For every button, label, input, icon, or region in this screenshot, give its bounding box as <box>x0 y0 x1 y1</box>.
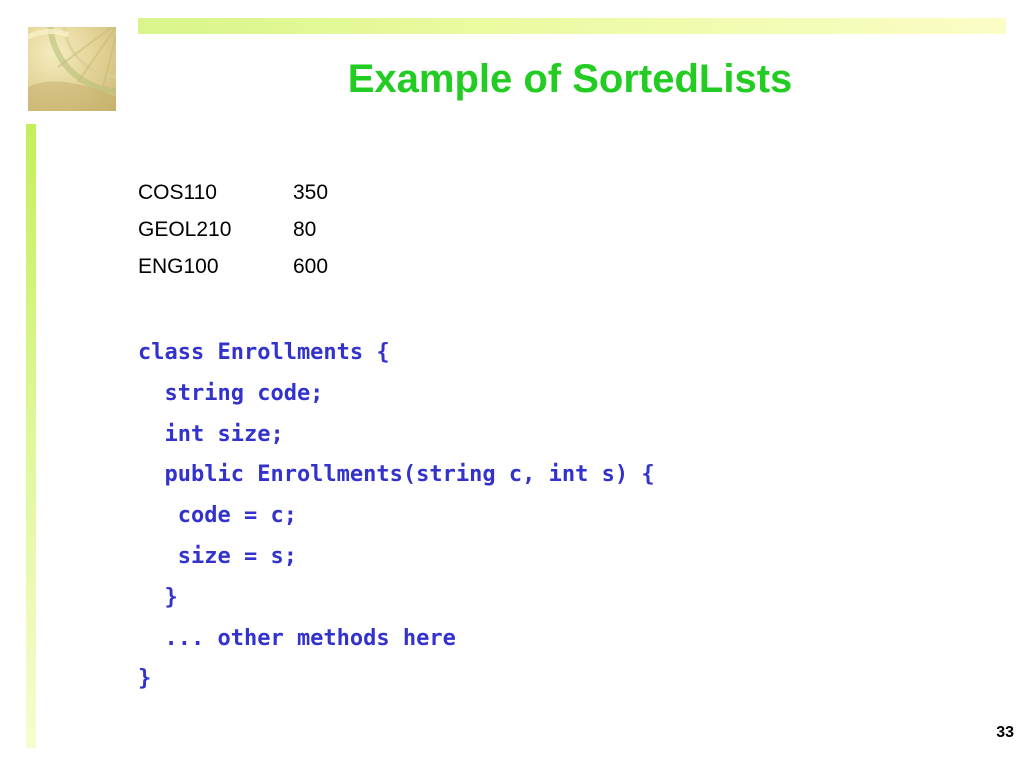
course-size: 350 <box>293 181 329 204</box>
code-sample: class Enrollments { string code; int siz… <box>138 333 655 700</box>
code-line: int size; <box>138 421 284 447</box>
course-row: COS110 350 <box>138 174 328 211</box>
course-size: 600 <box>293 255 329 278</box>
code-line: ... other methods here <box>138 625 456 651</box>
top-accent-bar <box>138 18 1006 34</box>
code-line: string code; <box>138 380 324 406</box>
code-line: size = s; <box>138 543 297 569</box>
left-accent-bar <box>26 124 36 748</box>
code-line: } <box>138 584 178 610</box>
course-enrollment-list: COS110 350 GEOL210 80 ENG100 600 <box>138 174 328 285</box>
code-line: } <box>138 666 152 692</box>
slide-title: Example of SortedLists <box>347 57 793 101</box>
corner-decoration-image <box>28 27 116 111</box>
course-code: GEOL210 <box>138 218 232 241</box>
slide-number: 33 <box>996 724 1014 741</box>
code-line: code = c; <box>138 503 297 529</box>
course-row: GEOL210 80 <box>138 211 328 248</box>
code-line: class Enrollments { <box>138 340 390 365</box>
lemon-slice-icon <box>28 27 116 111</box>
code-line: public Enrollments(string c, int s) { <box>138 462 655 488</box>
course-code: ENG100 <box>138 255 219 278</box>
course-row: ENG100 600 <box>138 248 328 285</box>
course-code: COS110 <box>138 181 217 204</box>
course-size: 80 <box>293 218 317 241</box>
